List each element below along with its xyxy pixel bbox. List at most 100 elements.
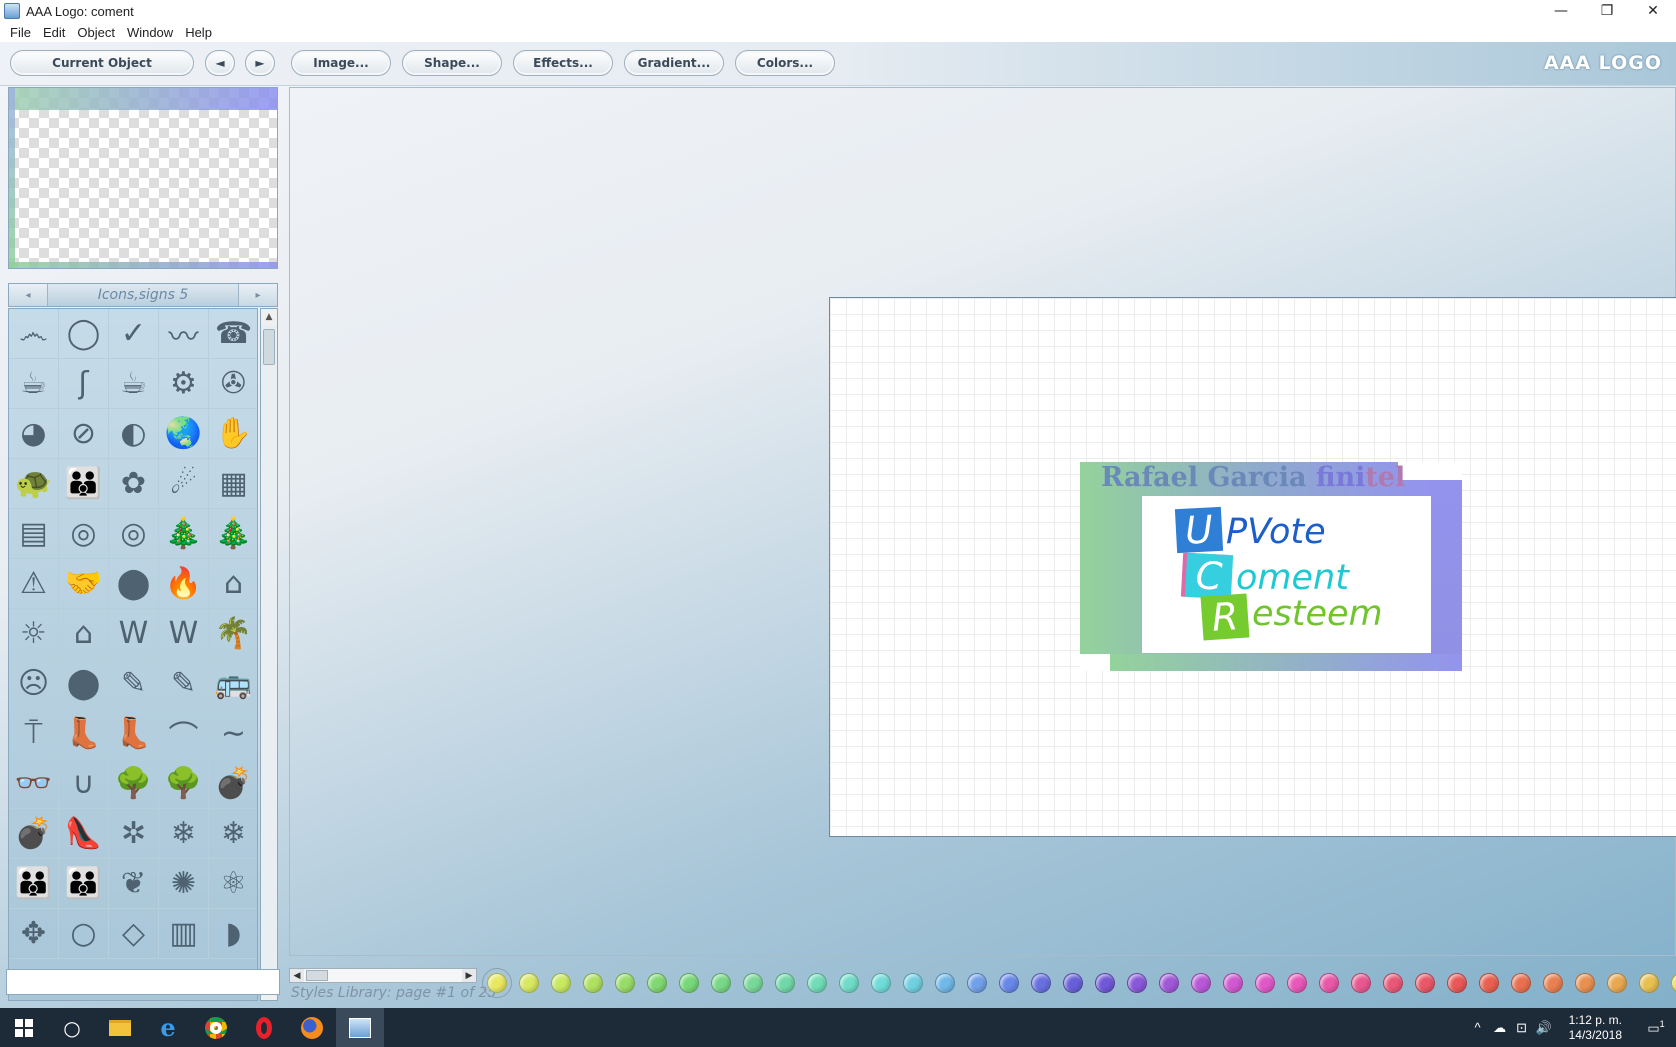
color-swatch[interactable] — [1639, 973, 1659, 993]
network-icon[interactable]: ⊡ — [1511, 1020, 1533, 1036]
color-swatch[interactable] — [935, 973, 955, 993]
clock[interactable]: 1:12 p. m. 14/3/2018 — [1569, 1013, 1622, 1043]
library-icon[interactable]: W — [109, 609, 159, 659]
library-icon[interactable]: ❦ — [109, 859, 159, 909]
library-icon[interactable]: ⊘ — [59, 409, 109, 459]
color-swatch[interactable] — [1191, 973, 1211, 993]
close-button[interactable]: ✕ — [1630, 0, 1676, 22]
library-icon[interactable]: 💣 — [209, 759, 257, 809]
styles-scrollbar[interactable]: ◀ ▶ — [289, 968, 477, 983]
library-icon[interactable]: ❄ — [159, 809, 209, 859]
logo-name-text[interactable]: Rafael Garcia finitel — [1101, 462, 1405, 493]
library-icon[interactable]: ◗ — [209, 909, 257, 959]
letter-r-tile[interactable]: R — [1200, 593, 1250, 641]
library-icon[interactable]: 🐢 — [9, 459, 59, 509]
color-swatch[interactable] — [551, 973, 571, 993]
library-icon[interactable]: 🚌 — [209, 659, 257, 709]
library-icon[interactable]: ⌒ — [159, 709, 209, 759]
library-icon[interactable]: 👢 — [109, 709, 159, 759]
notification-icon[interactable]: ▭1 — [1636, 1019, 1676, 1036]
color-swatch[interactable] — [482, 968, 512, 998]
color-swatch[interactable] — [1127, 973, 1147, 993]
color-swatch[interactable] — [1031, 973, 1051, 993]
library-icon[interactable]: ✎ — [109, 659, 159, 709]
library-icon[interactable]: 👓 — [9, 759, 59, 809]
library-icon[interactable]: 💣 — [9, 809, 59, 859]
library-icon[interactable]: ʃ — [59, 359, 109, 409]
logo-canvas[interactable]: Rafael Garcia finitel U C R PVote oment … — [829, 297, 1676, 837]
color-swatch[interactable] — [647, 973, 667, 993]
library-icon[interactable]: ∼ — [209, 709, 257, 759]
onedrive-icon[interactable]: ☁ — [1489, 1020, 1511, 1036]
color-swatch[interactable] — [903, 973, 923, 993]
color-swatch[interactable] — [583, 973, 603, 993]
library-icon[interactable]: 👪 — [59, 859, 109, 909]
next-object-button[interactable]: ► — [245, 50, 275, 76]
library-icon[interactable]: 🌳 — [109, 759, 159, 809]
library-icon[interactable]: 〰 — [159, 309, 209, 359]
color-swatch[interactable] — [775, 973, 795, 993]
menu-window[interactable]: Window — [121, 25, 179, 40]
library-icon[interactable]: ⌂ — [59, 609, 109, 659]
color-swatch[interactable] — [1511, 973, 1531, 993]
library-icon[interactable]: ✺ — [159, 859, 209, 909]
library-icon[interactable]: ▥ — [159, 909, 209, 959]
color-swatch[interactable] — [615, 973, 635, 993]
aaa-logo-taskbar-icon[interactable] — [336, 1008, 384, 1047]
library-icon[interactable]: W — [159, 609, 209, 659]
library-icon[interactable]: ◕ — [9, 409, 59, 459]
color-swatch[interactable] — [1415, 973, 1435, 993]
library-icon[interactable]: ✎ — [159, 659, 209, 709]
color-swatch[interactable] — [1095, 973, 1115, 993]
library-icon[interactable]: ⚠ — [9, 559, 59, 609]
letter-c-tile[interactable]: C — [1184, 552, 1234, 600]
library-icon[interactable]: ▤ — [9, 509, 59, 559]
library-icon[interactable]: ✿ — [109, 459, 159, 509]
effects-button[interactable]: Effects... — [513, 50, 613, 76]
library-icon[interactable]: ☕ — [9, 359, 59, 409]
library-icon[interactable]: 👪 — [59, 459, 109, 509]
library-icon[interactable]: ◇ — [109, 909, 159, 959]
color-swatch[interactable] — [1319, 973, 1339, 993]
library-icon[interactable]: ෴ — [9, 309, 59, 359]
library-icon[interactable]: ⬤ — [59, 659, 109, 709]
workspace[interactable]: Rafael Garcia finitel U C R PVote oment … — [289, 87, 1676, 956]
library-icon[interactable]: ✲ — [109, 809, 159, 859]
file-explorer-icon[interactable] — [96, 1008, 144, 1047]
color-swatch[interactable] — [1287, 973, 1307, 993]
color-swatch[interactable] — [1063, 973, 1083, 993]
color-swatch[interactable] — [1223, 973, 1243, 993]
library-icon[interactable]: ☕ — [109, 359, 159, 409]
library-icon[interactable]: ◎ — [59, 509, 109, 559]
style-search-input[interactable] — [6, 969, 280, 995]
scroll-right-icon[interactable]: ▶ — [462, 969, 476, 982]
color-swatch[interactable] — [519, 973, 539, 993]
styles-scroll-thumb[interactable] — [306, 970, 328, 981]
library-icon[interactable]: ∪ — [59, 759, 109, 809]
library-icon[interactable]: ⚛ — [209, 859, 257, 909]
upvote-text[interactable]: PVote — [1226, 512, 1326, 552]
library-icon[interactable]: 🌳 — [159, 759, 209, 809]
library-icon[interactable]: ⬤ — [109, 559, 159, 609]
library-icon[interactable]: ☎ — [209, 309, 257, 359]
library-icon[interactable]: 👪 — [9, 859, 59, 909]
color-swatch[interactable] — [711, 973, 731, 993]
library-icon[interactable]: ○ — [59, 909, 109, 959]
color-swatch[interactable] — [1351, 973, 1371, 993]
library-icon[interactable]: 🌴 — [209, 609, 257, 659]
letter-u-tile[interactable]: U — [1174, 506, 1224, 554]
library-icon[interactable]: ❄ — [209, 809, 257, 859]
scroll-up-icon[interactable]: ▲ — [261, 309, 277, 325]
coment-text[interactable]: oment — [1236, 558, 1349, 598]
library-icon[interactable]: ✋ — [209, 409, 257, 459]
library-icon[interactable]: ⌂ — [209, 559, 257, 609]
library-icon[interactable]: ☄ — [159, 459, 209, 509]
edge-icon[interactable]: e — [144, 1008, 192, 1047]
library-icon[interactable]: 🔥 — [159, 559, 209, 609]
color-swatch[interactable] — [679, 973, 699, 993]
opera-icon[interactable] — [240, 1008, 288, 1047]
library-icon[interactable]: ☼ — [9, 609, 59, 659]
colors-button[interactable]: Colors... — [735, 50, 835, 76]
scroll-left-icon[interactable]: ◀ — [290, 969, 304, 982]
color-swatch[interactable] — [1383, 973, 1403, 993]
